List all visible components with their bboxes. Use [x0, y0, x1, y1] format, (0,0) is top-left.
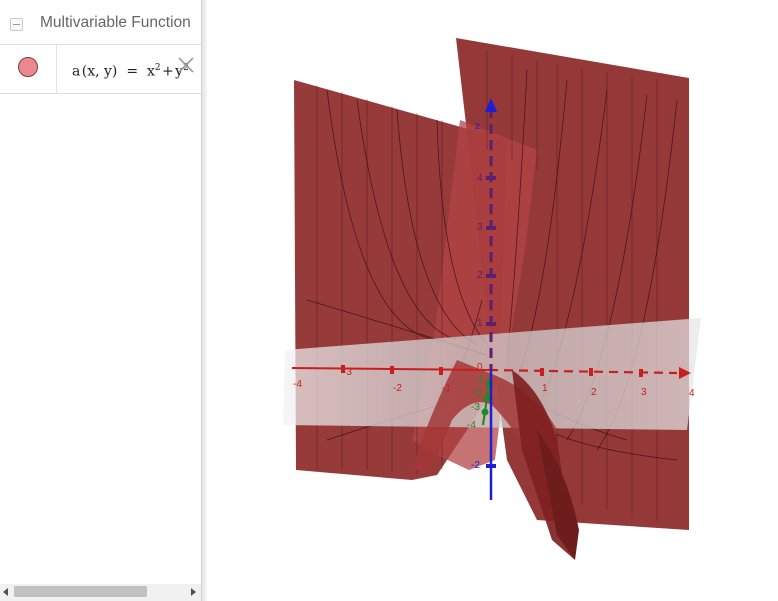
x-axis-end-label: 4 [689, 388, 695, 399]
z-tick-label: 1 [477, 318, 483, 329]
exponent-a: 2 [154, 63, 161, 73]
x-tick-label: 1 [542, 383, 548, 394]
algebra-header-title: Multivariable Function [40, 14, 191, 31]
collapse-button[interactable] [10, 18, 23, 31]
scroll-right-arrow-icon[interactable] [191, 588, 196, 596]
marble-column [0, 45, 57, 93]
equals-sign: = [126, 63, 139, 80]
visibility-toggle[interactable] [18, 57, 38, 77]
x-tick-label: 2 [591, 387, 597, 398]
scroll-thumb[interactable] [14, 586, 147, 597]
x-tick-label: -2 [393, 383, 402, 394]
z-tick-label: 4 [477, 173, 483, 184]
z-axis-end-label: z [475, 121, 480, 132]
function-args: (x, y) [81, 63, 118, 80]
function-definition[interactable]: a (x, y) = x2 + y2 [72, 63, 189, 80]
graphics-3d-canvas[interactable]: -4 -3 -2 -1 0 1 2 3 4 -1 -2 -3 -4 z 4 3 … [207, 0, 778, 601]
algebra-header: Multivariable Function [0, 0, 201, 45]
geogebra-app: Multivariable Function a (x, y) = x2 + y… [0, 0, 778, 601]
algebra-item-a[interactable]: a (x, y) = x2 + y2 [0, 45, 201, 94]
z-tick-label: 3 [477, 222, 483, 233]
close-icon[interactable] [177, 56, 195, 74]
horizontal-scrollbar[interactable] [0, 584, 201, 601]
x-tick-label: -4 [293, 379, 302, 390]
y-tick-label: -1 [475, 374, 484, 385]
y-tick-label: -3 [471, 402, 480, 413]
z-tick-label: -2 [471, 460, 480, 471]
plus-operator: + [162, 63, 174, 80]
y-tick-label: -4 [467, 420, 476, 431]
y-tick-label: -2 [473, 388, 482, 399]
expr-term-a: x [146, 63, 155, 80]
z-tick-label: 2 [477, 270, 483, 281]
x-tick-label: 3 [641, 387, 647, 398]
x-tick-label: 0 [477, 362, 483, 373]
x-tick-label: -1 [442, 383, 451, 394]
function-label: a [72, 63, 81, 80]
graphics-3d-view[interactable]: -4 -3 -2 -1 0 1 2 3 4 -1 -2 -3 -4 z 4 3 … [207, 0, 778, 601]
x-tick-label: -3 [343, 367, 352, 378]
scroll-left-arrow-icon[interactable] [3, 588, 8, 596]
algebra-view: Multivariable Function a (x, y) = x2 + y… [0, 0, 201, 601]
